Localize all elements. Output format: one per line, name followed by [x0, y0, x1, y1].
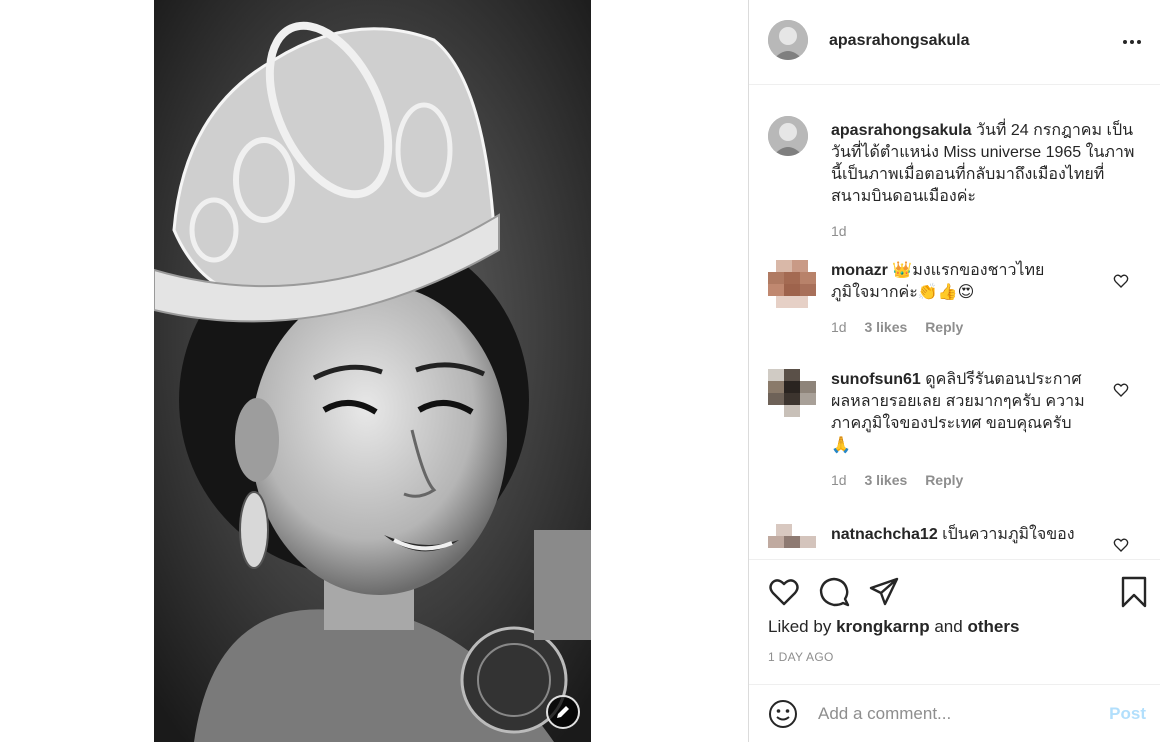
bookmark-icon[interactable] — [1118, 576, 1150, 608]
avatar[interactable] — [768, 20, 808, 60]
comment-username[interactable]: natnachcha12 — [831, 526, 938, 543]
comment-input[interactable] — [818, 700, 1098, 728]
comments-list[interactable]: apasrahongsakula วันที่ 24 กรกฎาคม เป็นว… — [749, 86, 1160, 558]
post-photo[interactable] — [154, 0, 591, 742]
heart-icon[interactable] — [768, 576, 800, 608]
comment-likes[interactable]: 3 likes — [864, 472, 907, 488]
share-icon[interactable] — [868, 576, 900, 608]
comment-time[interactable]: 1d — [831, 472, 847, 488]
post-panel: apasrahongsakula apasrahongsakula วันที่… — [748, 0, 1160, 742]
header-username[interactable]: apasrahongsakula — [829, 32, 970, 50]
post-actions: Liked by krongkarnp and others 1 DAY AGO — [749, 559, 1160, 684]
comment-meta: 1d 3 likes Reply — [831, 469, 1093, 491]
comment-username[interactable]: sunofsun61 — [831, 371, 921, 388]
avatar[interactable] — [768, 369, 816, 417]
reply-button[interactable]: Reply — [925, 472, 963, 488]
avatar-image — [768, 20, 808, 60]
caption-body: apasrahongsakula วันที่ 24 กรกฎาคม เป็นว… — [831, 120, 1141, 242]
edit-button[interactable] — [546, 695, 580, 729]
more-options-button[interactable] — [1118, 28, 1146, 56]
media-area — [0, 0, 748, 742]
avatar-image — [768, 116, 808, 156]
liked-by-and: and — [934, 617, 963, 636]
caption-username[interactable]: apasrahongsakula — [831, 122, 972, 139]
liked-by-user[interactable]: krongkarnp — [836, 617, 930, 636]
liked-by: Liked by krongkarnp and others — [768, 617, 1019, 637]
comment-text: เป็นความภูมิใจของ — [942, 526, 1075, 543]
comment-icon[interactable] — [818, 576, 850, 608]
comment-body: sunofsun61 ดูคลิปรีรันตอนประกาศผลหลายรอย… — [831, 369, 1093, 491]
comment-body: natnachcha12 เป็นความภูมิใจของ — [831, 524, 1081, 546]
avatar-image — [768, 369, 816, 417]
comment-likes[interactable]: 3 likes — [864, 319, 907, 335]
avatar[interactable] — [768, 524, 816, 558]
post-header: apasrahongsakula — [749, 0, 1160, 85]
post-time[interactable]: 1 DAY AGO — [768, 650, 834, 664]
comment-body: monazr 👑มงแรกของชาวไทย ภูมิใจมากค่ะ👏👍😍 1… — [831, 260, 1081, 338]
pencil-icon — [557, 706, 569, 718]
comment-username[interactable]: monazr — [831, 262, 888, 279]
comment-form: Post — [749, 684, 1160, 742]
avatar-image — [768, 524, 816, 558]
more-options-icon — [1123, 40, 1127, 44]
caption-time[interactable]: 1d — [831, 220, 1141, 242]
avatar[interactable] — [768, 116, 808, 156]
heart-icon[interactable] — [1113, 273, 1129, 289]
reply-button[interactable]: Reply — [925, 319, 963, 335]
avatar[interactable] — [768, 260, 816, 308]
post-comment-button[interactable]: Post — [1109, 704, 1146, 724]
photo-illustration — [154, 0, 591, 742]
emoji-icon[interactable] — [768, 699, 798, 729]
avatar-image — [768, 260, 816, 308]
liked-by-others[interactable]: others — [967, 617, 1019, 636]
heart-icon[interactable] — [1113, 537, 1129, 553]
liked-by-prefix: Liked by — [768, 617, 832, 636]
comment-time[interactable]: 1d — [831, 319, 847, 335]
heart-icon[interactable] — [1113, 382, 1129, 398]
comment-meta: 1d 3 likes Reply — [831, 316, 1081, 338]
